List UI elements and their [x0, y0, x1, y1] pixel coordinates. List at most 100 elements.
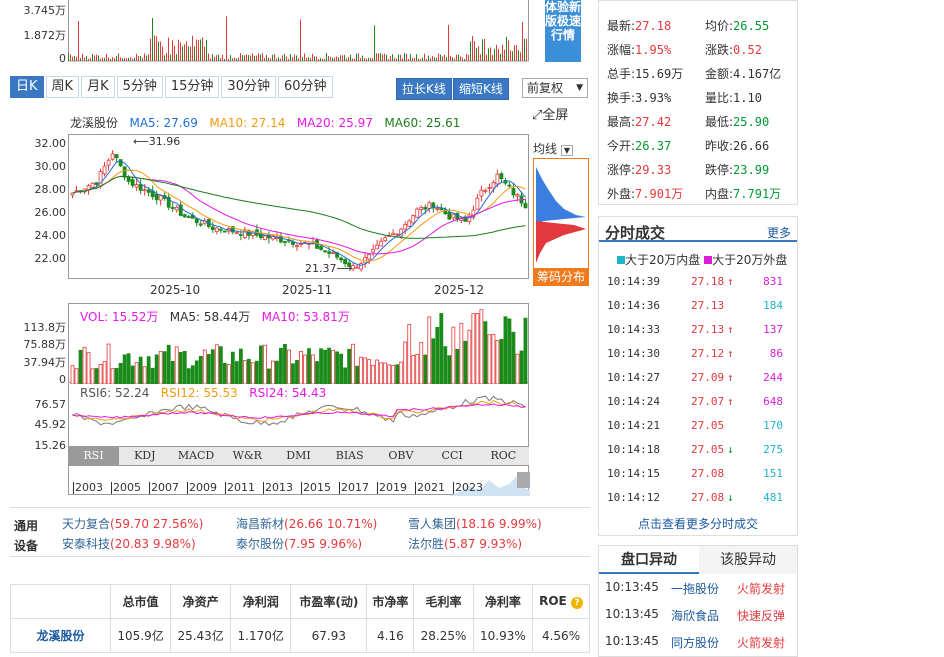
top-volume-bar: [284, 53, 285, 61]
trade-time: 10:14:36: [607, 299, 660, 312]
trade-volume: 151: [763, 467, 783, 480]
tab-daily[interactable]: 日K: [10, 76, 44, 98]
related-stock-5[interactable]: 泰尔股份(7.95 9.96%): [236, 535, 362, 552]
header-pe: 市盈率(动): [290, 584, 368, 619]
volume-bar: [78, 349, 83, 385]
tab-cci[interactable]: CCI: [427, 447, 478, 465]
adjust-select[interactable]: 前复权 ▼: [522, 78, 588, 98]
top-volume-bar: [482, 39, 483, 61]
fund-pb: 4.16: [366, 618, 415, 653]
trade-volume: 648: [763, 395, 783, 408]
top-volume-bar: [242, 55, 243, 61]
related-stock-1[interactable]: 天力复合(59.70 27.56%): [62, 515, 203, 532]
volume-bar: [130, 365, 135, 385]
top-volume-bar: [410, 53, 411, 61]
top-volume-bar: [232, 58, 233, 61]
fullscreen-button[interactable]: ⤢全屏: [532, 104, 568, 123]
rsi-chart[interactable]: [68, 383, 529, 447]
related-stock-3[interactable]: 雪人集团(18.16 9.99%): [408, 515, 542, 532]
top-volume-bar: [100, 58, 101, 61]
fund-pe: 67.93: [290, 618, 368, 653]
trades-footer-link[interactable]: 点击查看更多分时成交: [599, 515, 797, 532]
top-volume-bar: [102, 57, 103, 61]
help-icon[interactable]: ?: [570, 597, 583, 609]
candle-body: [375, 244, 380, 250]
related-stock-4[interactable]: 安泰科技(20.83 9.98%): [62, 535, 196, 552]
timeline-year: 2011: [225, 481, 255, 494]
tab-rsi[interactable]: RSI: [68, 447, 120, 465]
ma-select[interactable]: 均线 ▼: [533, 140, 573, 157]
quote-key: 换手:: [607, 91, 636, 105]
shrink-k-button[interactable]: 缩短K线: [453, 78, 509, 100]
volume-bar: [98, 364, 103, 385]
stretch-k-button[interactable]: 拉长K线: [396, 78, 452, 100]
top-volume-bar: [80, 58, 81, 61]
volume-bar: [170, 361, 175, 385]
tab-market-abnormal[interactable]: 盘口异动: [599, 546, 699, 574]
quote-key: 最新:: [607, 19, 636, 33]
candle-body: [355, 266, 360, 269]
volume-bar: [114, 368, 119, 385]
top-volume-bar: [134, 57, 135, 61]
top-volume-bar: [440, 54, 441, 61]
tab-stock-abnormal[interactable]: 该股异动: [699, 546, 797, 574]
volume-bar: [475, 312, 480, 385]
top-volume-bar: [208, 53, 209, 61]
adjust-select-value: 前复权: [527, 81, 564, 95]
top-volume-bar: [288, 58, 289, 61]
tab-macd[interactable]: MACD: [170, 447, 221, 465]
trade-volume: 170: [763, 419, 783, 432]
top-volume-bar: [426, 58, 427, 61]
top-volume-bar: [416, 54, 417, 61]
tab-dmi[interactable]: DMI: [273, 447, 324, 465]
timeline-scrubber[interactable]: 2003 2005 2007 2009 2011 2013 2015 2017 2019 2021…: [68, 465, 530, 496]
rsi-y-1: 76.57: [34, 398, 67, 411]
related-stock-6[interactable]: 法尔胜(5.87 9.93%): [408, 535, 522, 552]
k-line-chart[interactable]: ⟵31.96 21.37⟶: [68, 134, 529, 279]
top-volume-bar: [154, 35, 155, 61]
volume-bar: [82, 346, 87, 385]
volume-bar: [479, 309, 484, 385]
tab-60min[interactable]: 60分钟: [277, 76, 333, 98]
k-y-22: 22.00: [34, 252, 67, 265]
top-volume-bar: [460, 56, 461, 61]
tab-bias[interactable]: BIAS: [324, 447, 375, 465]
trades-more-link[interactable]: 更多: [767, 224, 791, 241]
volume-bar: [283, 343, 287, 385]
candle-body: [339, 257, 343, 261]
top-volume-bar: [406, 53, 407, 61]
abnormal-stock: 一拖股份: [671, 582, 720, 596]
volume-bar: [339, 353, 343, 385]
fund-stock-name[interactable]: 龙溪股份: [10, 618, 111, 653]
top-volume-plot: [68, 0, 529, 62]
tab-15min[interactable]: 15分钟: [164, 76, 220, 98]
new-version-ad[interactable]: 体验新版极速行情: [545, 0, 581, 62]
top-volume-bar: [388, 58, 389, 61]
top-volume-bar: [420, 58, 421, 61]
tab-obv[interactable]: OBV: [375, 447, 426, 465]
quote-item: 涨停:29.33: [607, 161, 671, 178]
tab-monthly[interactable]: 月K: [81, 76, 115, 98]
chip-distribution-button[interactable]: 筹码分布: [533, 268, 589, 286]
top-volume-bar: [176, 54, 177, 61]
trade-price: 27.07: [691, 395, 725, 408]
candle-body: [475, 197, 480, 210]
tab-5min[interactable]: 5分钟: [116, 76, 163, 98]
volume-bar: [90, 368, 95, 385]
header-net-assets: 净资产: [170, 584, 232, 619]
candle-body: [319, 246, 323, 250]
tab-kdj[interactable]: KDJ: [119, 447, 170, 465]
quote-value: 26.37: [635, 139, 672, 153]
volume-chart[interactable]: [68, 303, 529, 385]
tab-30min[interactable]: 30分钟: [221, 76, 276, 98]
tab-wr[interactable]: W&R: [222, 447, 273, 465]
related-stock-2[interactable]: 海昌新材(26.66 10.71%): [236, 515, 377, 532]
tab-roc[interactable]: ROC: [478, 447, 529, 465]
top-volume-bar: [438, 53, 439, 61]
top-volume-bar: [486, 54, 487, 61]
top-volume-bar: [306, 57, 307, 61]
divider: [599, 240, 797, 242]
abnormal-time: 10:13:45: [605, 607, 659, 621]
volume-bar: [459, 322, 464, 385]
tab-weekly[interactable]: 周K: [45, 76, 80, 98]
